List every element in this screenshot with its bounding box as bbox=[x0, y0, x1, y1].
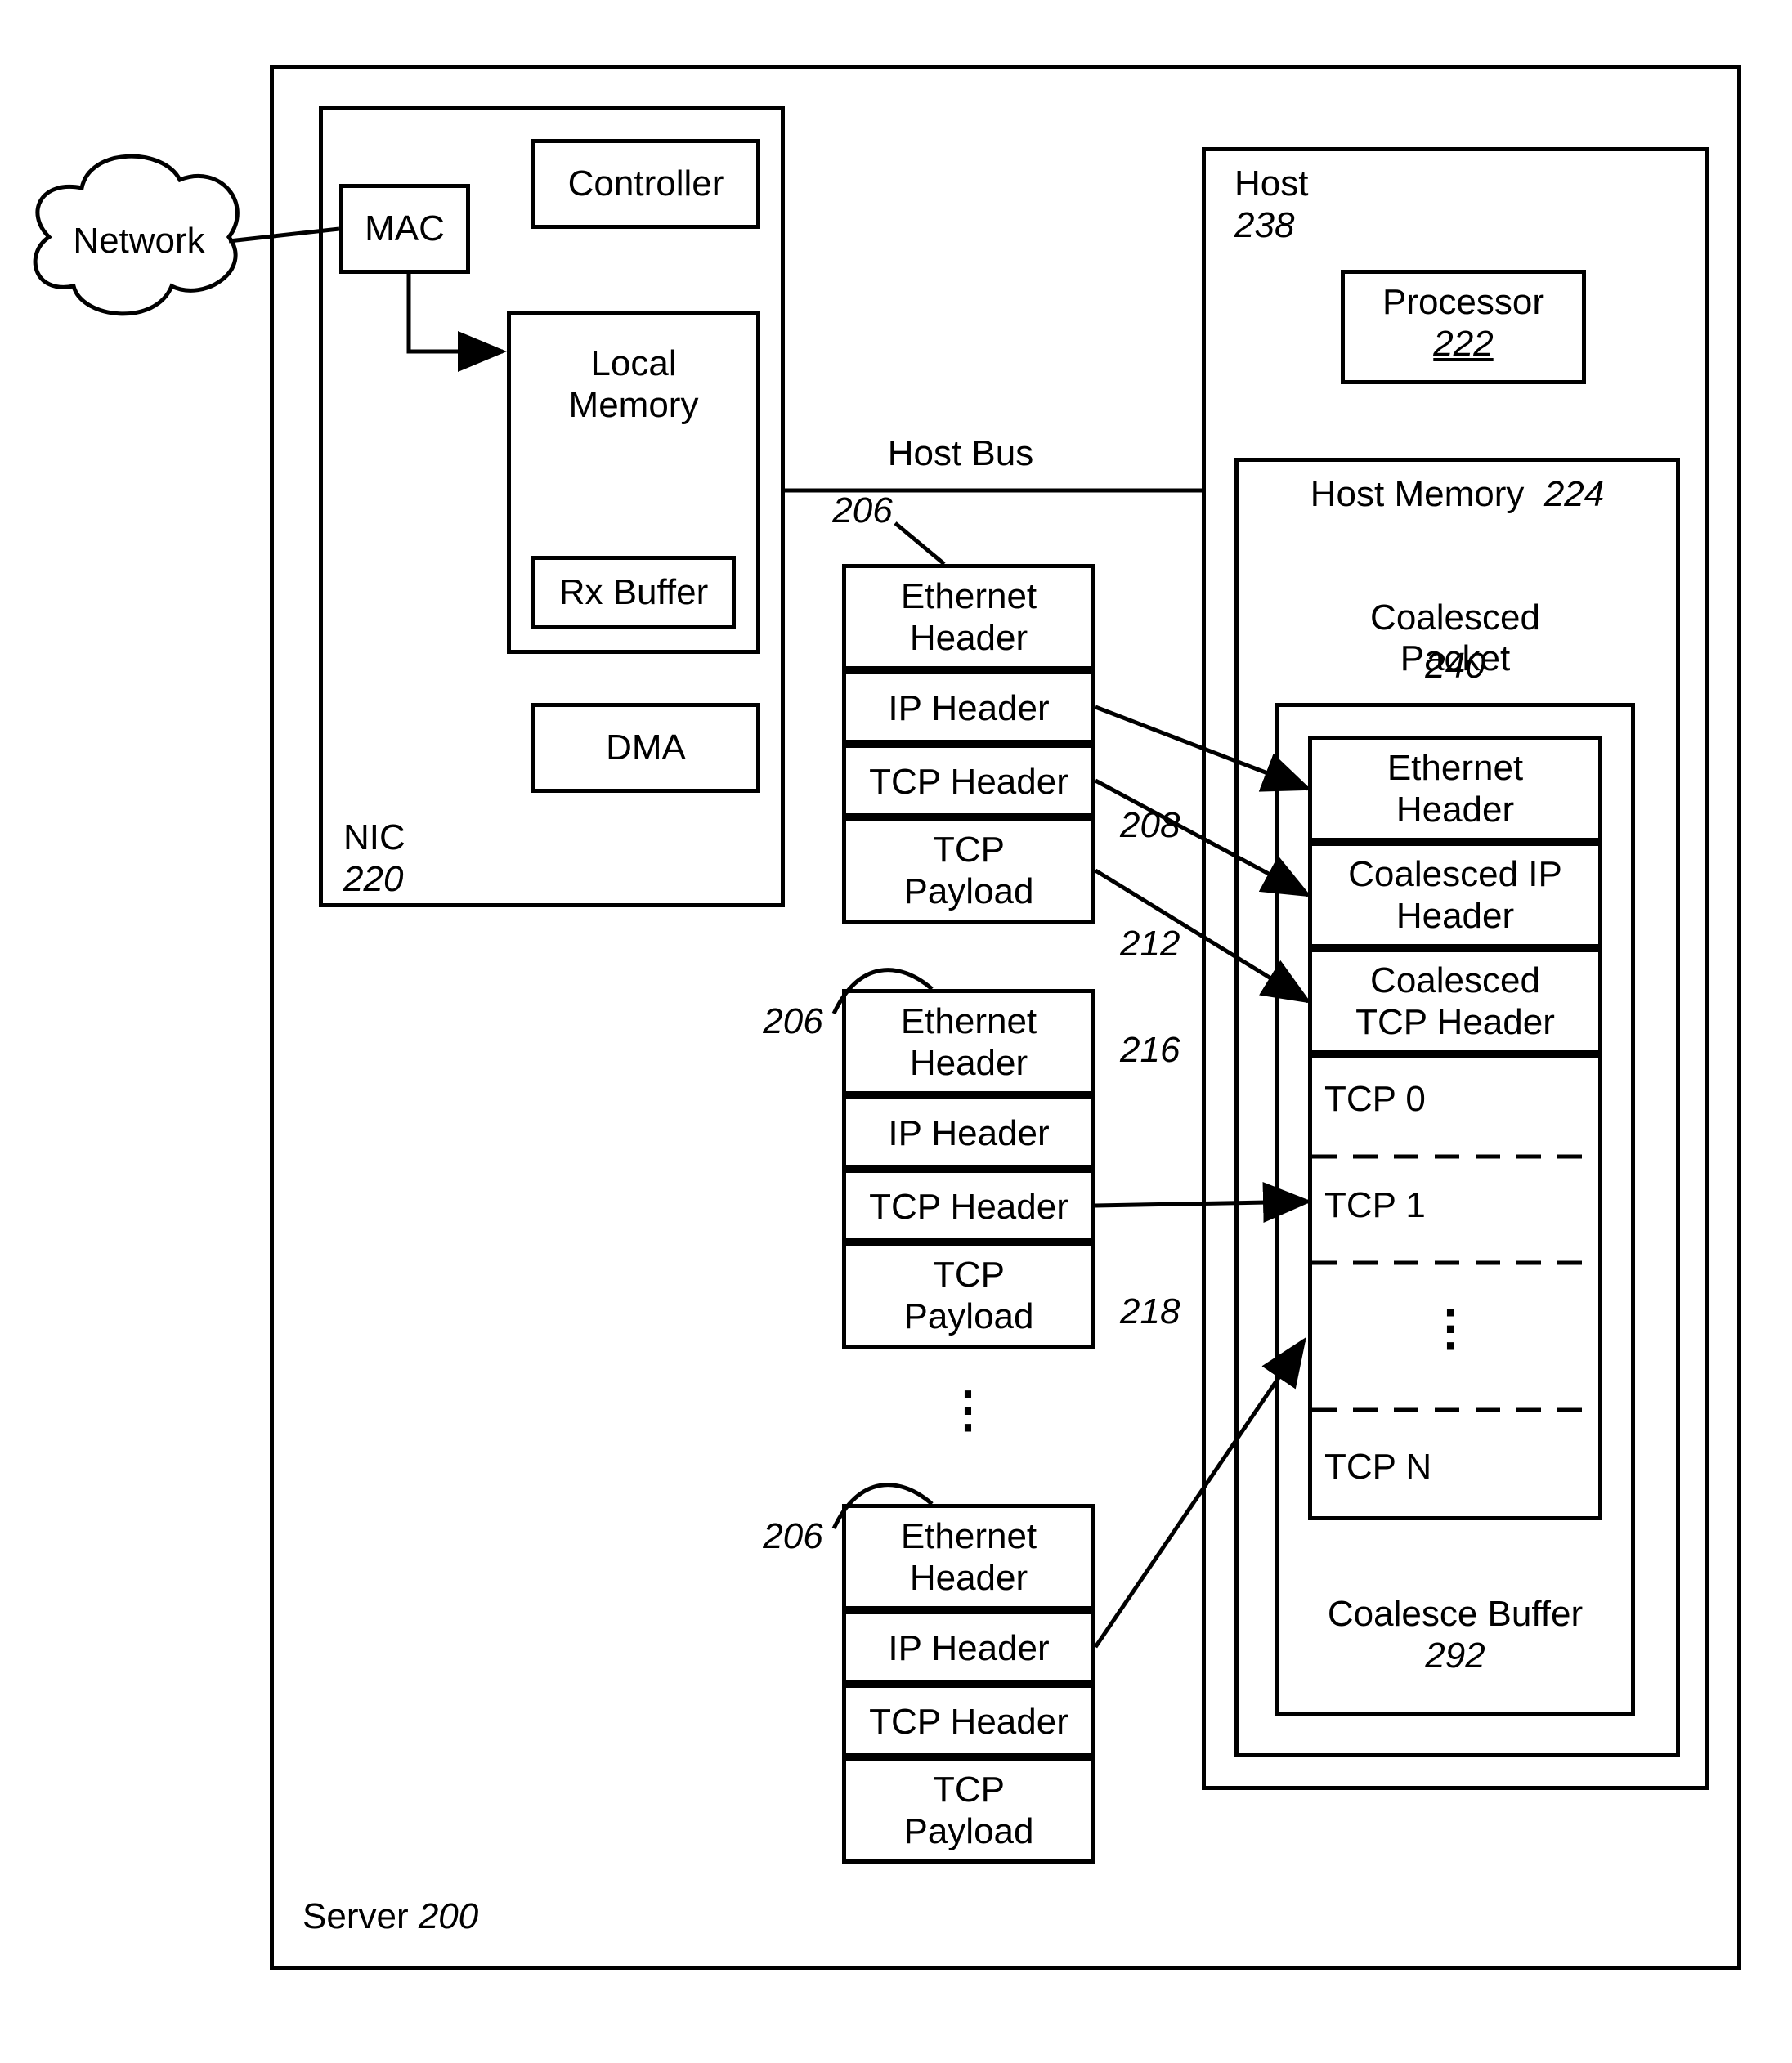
pkt2-206: 206 bbox=[752, 1001, 834, 1043]
local-memory-label: Local Memory bbox=[507, 343, 760, 426]
host-title: Host238 bbox=[1234, 163, 1308, 246]
cb-tcpn: TCP N bbox=[1324, 1447, 1431, 1488]
host-memory-title: Host Memory 224 bbox=[1251, 474, 1664, 516]
server-title: Server 200 bbox=[302, 1896, 478, 1938]
processor-label: Processor222 bbox=[1341, 282, 1586, 365]
nic-title: NIC220 bbox=[343, 817, 405, 900]
controller-label: Controller bbox=[531, 163, 760, 205]
coalesced-packet-num: 240 bbox=[1275, 646, 1635, 687]
pkt3-206: 206 bbox=[752, 1516, 834, 1558]
mac-label: MAC bbox=[339, 208, 470, 250]
network-label: Network bbox=[57, 221, 221, 262]
label-216: 216 bbox=[1120, 1030, 1180, 1072]
pkt1-206: 206 bbox=[822, 490, 903, 532]
label-212: 212 bbox=[1120, 924, 1180, 965]
vdots-2: ⋮ bbox=[1422, 1300, 1480, 1356]
host-bus-label: Host Bus bbox=[858, 433, 1063, 475]
label-218: 218 bbox=[1120, 1291, 1180, 1333]
coalesce-buffer-label: Coalesce Buffer292 bbox=[1275, 1594, 1635, 1676]
cb-tcp1: TCP 1 bbox=[1324, 1185, 1426, 1227]
dma-label: DMA bbox=[531, 727, 760, 769]
rx-buffer-label: Rx Buffer bbox=[531, 572, 736, 614]
cb-tcp0: TCP 0 bbox=[1324, 1079, 1426, 1121]
label-208: 208 bbox=[1120, 805, 1180, 847]
vdots-1: ⋮ bbox=[940, 1381, 997, 1438]
